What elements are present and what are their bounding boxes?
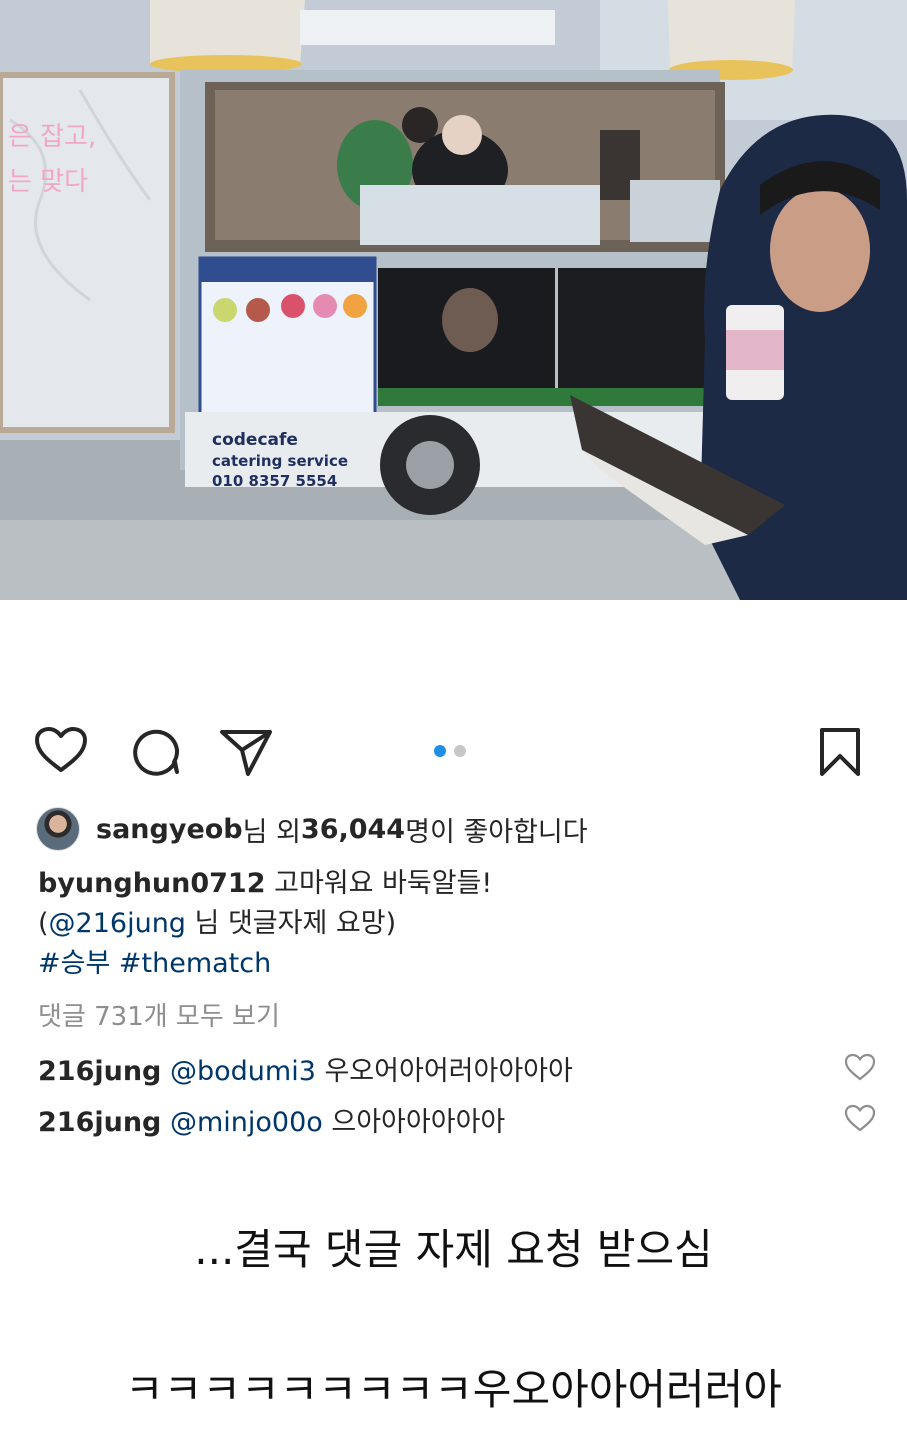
overlay-text-2: ㅋㅋㅋㅋㅋㅋㅋㅋㅋ우오아아어러러아 [125,1365,782,1414]
caption-mention[interactable]: @216jung [49,908,186,939]
truck-phone: 010 8357 5554 [212,472,337,490]
likes-prefix: 님 외 [242,816,301,848]
caption-paren-open: ( [38,908,49,939]
carousel-dot-active [434,745,446,757]
comment-mention[interactable]: @bodumi3 [170,1056,316,1087]
post-action-bar [0,720,907,782]
hashtag-link[interactable]: #thematch [119,948,271,979]
comment-icon[interactable] [130,726,182,776]
caption-author[interactable]: byunghun0712 [38,868,266,899]
likes-count[interactable]: 36,044 [301,814,405,845]
comment-text: 우오어아어러아아아아 [315,1056,573,1087]
svg-text:은 잡고,: 은 잡고, [8,122,96,152]
post-caption: byunghun0712 고마워요 바둑알들! (@216jung 님 댓글자제… [38,864,492,984]
heart-icon[interactable] [34,726,88,774]
comment-row: 216jung @bodumi3 우오어아어러아아아아 [38,1049,573,1088]
comment-mention[interactable]: @minjo00o [170,1107,323,1138]
likes-user[interactable]: sangyeob [96,814,243,845]
comment-row: 216jung @minjo00o 으아아아아아아 [38,1100,505,1139]
small-heart-icon[interactable] [844,1053,876,1085]
comment-user[interactable]: 216jung [38,1056,161,1087]
caption-text-2: 님 댓글자제 요망) [185,908,397,939]
bookmark-icon[interactable] [818,726,862,778]
comment-text: 으아아아아아아 [322,1107,506,1138]
hashtag-link[interactable]: #승부 [38,948,110,979]
avatar[interactable] [36,807,80,851]
comment-user[interactable]: 216jung [38,1107,161,1138]
share-icon[interactable] [218,726,274,778]
likes-summary: sangyeob 님 외 36,044 명이 좋아합니다 [36,806,588,852]
photo-illustration: 은 잡고, 는 맞다 codecafe catering service 010… [0,0,907,600]
likes-suffix: 명이 좋아합니다 [405,816,588,848]
carousel-dot [454,745,466,757]
small-heart-icon[interactable] [844,1104,876,1136]
caption-text: 고마워요 바둑알들! [265,868,493,899]
truck-brand: codecafe [212,430,298,450]
post-photo[interactable]: 은 잡고, 는 맞다 codecafe catering service 010… [0,0,907,600]
svg-text:는 맞다: 는 맞다 [8,167,88,197]
carousel-indicator [434,745,466,757]
truck-service: catering service [212,452,348,470]
view-all-comments-link[interactable]: 댓글 731개 모두 보기 [38,996,280,1033]
overlay-text-1: ...결국 댓글 자제 요청 받으심 [194,1225,713,1274]
